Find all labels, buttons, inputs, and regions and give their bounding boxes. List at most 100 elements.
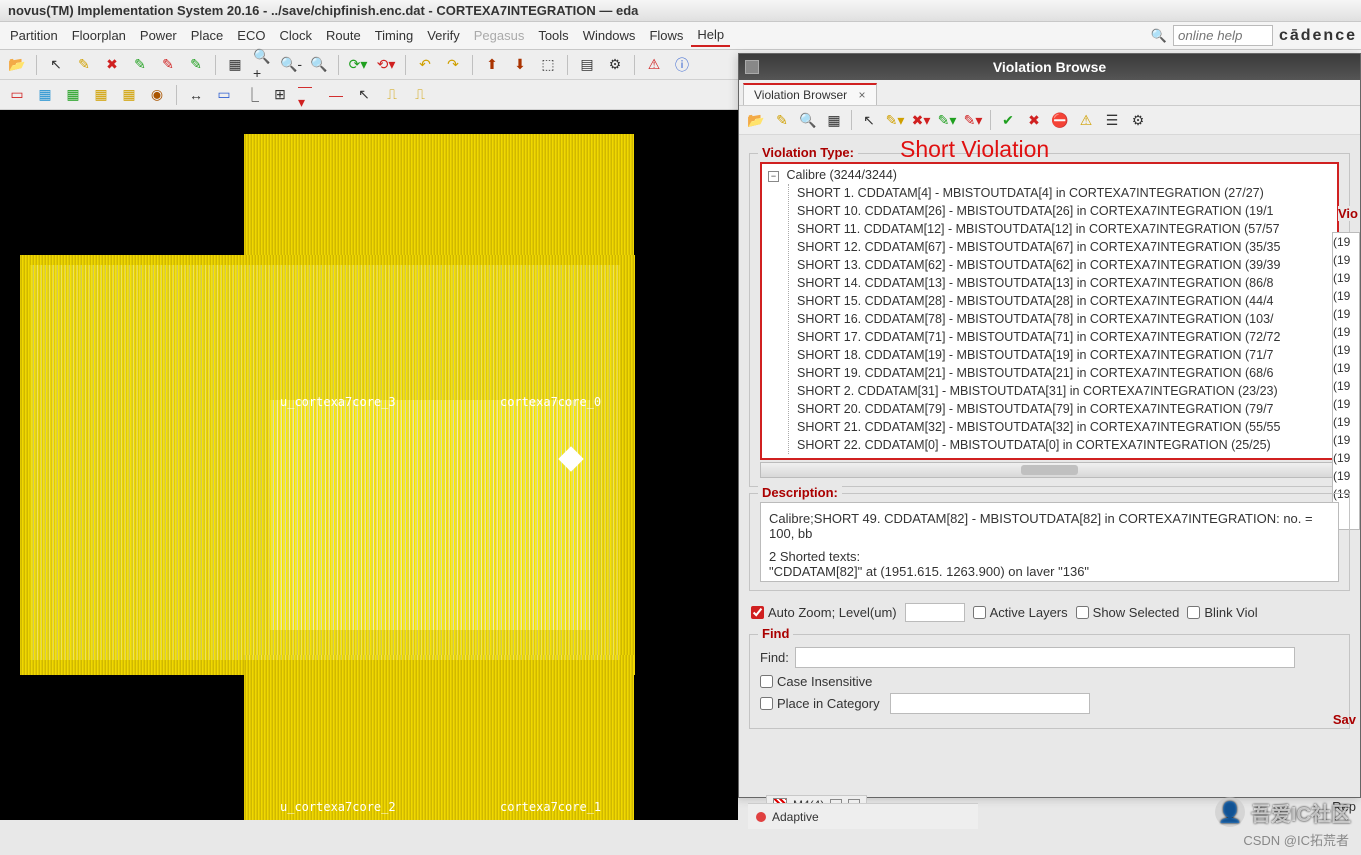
highlight-icon[interactable]: ✎: [73, 54, 95, 76]
undo-icon[interactable]: ↶: [414, 54, 436, 76]
blink-viol-checkbox[interactable]: Blink Viol: [1187, 605, 1257, 620]
vb-grid-icon[interactable]: ▦: [823, 109, 845, 131]
vb-settings-icon[interactable]: ⚙: [1127, 109, 1149, 131]
marker2-icon[interactable]: ✎: [157, 54, 179, 76]
route1-icon[interactable]: ⎍: [381, 84, 403, 106]
violation-item[interactable]: SHORT 20. CDDATAM[79] - MBISTOUTDATA[79]…: [795, 400, 1333, 418]
vb-mark1-icon[interactable]: ✎: [771, 109, 793, 131]
vb-titlebar[interactable]: Violation Browse: [739, 54, 1360, 80]
back-icon[interactable]: ⟲▾: [375, 54, 397, 76]
info-icon[interactable]: ⓘ: [671, 54, 693, 76]
vb-tab-main[interactable]: Violation Browser ×: [743, 83, 877, 105]
vb-open-icon[interactable]: 📂: [745, 109, 767, 131]
violation-item[interactable]: SHORT 22. CDDATAM[0] - MBISTOUTDATA[0] i…: [795, 436, 1333, 454]
vb-ok-icon[interactable]: ✔: [997, 109, 1019, 131]
violation-item[interactable]: SHORT 1. CDDATAM[4] - MBISTOUTDATA[4] in…: [795, 184, 1333, 202]
hier-icon[interactable]: ⬚: [537, 54, 559, 76]
ruler-icon[interactable]: ↔: [185, 84, 207, 106]
zoom-out-icon[interactable]: 🔍-: [280, 54, 302, 76]
violation-item[interactable]: SHORT 16. CDDATAM[78] - MBISTOUTDATA[78]…: [795, 310, 1333, 328]
violation-item[interactable]: SHORT 2. CDDATAM[31] - MBISTOUTDATA[31] …: [795, 382, 1333, 400]
vb-hl1-icon[interactable]: ✎▾: [884, 109, 906, 131]
vb-stop-icon[interactable]: ⛔: [1049, 109, 1071, 131]
line-icon[interactable]: —▾: [297, 84, 319, 106]
help-search-input[interactable]: [1173, 25, 1273, 46]
violation-item[interactable]: SHORT 18. CDDATAM[19] - MBISTOUTDATA[19]…: [795, 346, 1333, 364]
tree-root-node[interactable]: − Calibre (3244/3244): [766, 166, 1333, 184]
case-insensitive-checkbox[interactable]: Case Insensitive: [760, 674, 1339, 689]
vb-zoom-icon[interactable]: 🔍: [797, 109, 819, 131]
violation-item[interactable]: SHORT 13. CDDATAM[62] - MBISTOUTDATA[62]…: [795, 256, 1333, 274]
zoom-in-icon[interactable]: 🔍+: [252, 54, 274, 76]
vb-warn-icon[interactable]: ⚠: [1075, 109, 1097, 131]
menu-tools[interactable]: Tools: [532, 25, 574, 46]
marker3-icon[interactable]: ✎: [185, 54, 207, 76]
menu-place[interactable]: Place: [185, 25, 230, 46]
tool-e-icon[interactable]: ▦: [118, 84, 140, 106]
place-in-category-checkbox[interactable]: Place in Category: [760, 693, 1339, 714]
desc-line-1: Calibre;SHORT 49. CDDATAM[82] - MBISTOUT…: [769, 511, 1330, 541]
menu-eco[interactable]: ECO: [231, 25, 271, 46]
route2-icon[interactable]: ⎍: [409, 84, 431, 106]
menu-power[interactable]: Power: [134, 25, 183, 46]
tool-c-icon[interactable]: ▦: [62, 84, 84, 106]
violation-item[interactable]: SHORT 10. CDDATAM[26] - MBISTOUTDATA[26]…: [795, 202, 1333, 220]
vb-del-icon[interactable]: ✖: [1023, 109, 1045, 131]
vb-hl3-icon[interactable]: ✎▾: [936, 109, 958, 131]
side-list: (19(19(19(19(19(19(19(19(19(19(19(19(19(…: [1332, 232, 1360, 530]
fit-icon[interactable]: ▦: [224, 54, 246, 76]
hier-up-icon[interactable]: ⬆: [481, 54, 503, 76]
menu-route[interactable]: Route: [320, 25, 367, 46]
violation-item[interactable]: SHORT 17. CDDATAM[71] - MBISTOUTDATA[71]…: [795, 328, 1333, 346]
marker-icon[interactable]: ✎: [129, 54, 151, 76]
warning-icon[interactable]: ⚠: [643, 54, 665, 76]
collapse-icon[interactable]: −: [768, 171, 779, 182]
violation-item[interactable]: SHORT 14. CDDATAM[13] - MBISTOUTDATA[13]…: [795, 274, 1333, 292]
vb-hl2-icon[interactable]: ✖▾: [910, 109, 932, 131]
menu-clock[interactable]: Clock: [273, 25, 318, 46]
select-icon[interactable]: ▭: [213, 84, 235, 106]
layout-canvas[interactable]: u_cortexa7core_3 cortexa7core_0 u_cortex…: [0, 110, 738, 820]
redo-icon[interactable]: ↷: [442, 54, 464, 76]
tool-d-icon[interactable]: ▦: [90, 84, 112, 106]
violation-item[interactable]: SHORT 12. CDDATAM[67] - MBISTOUTDATA[67]…: [795, 238, 1333, 256]
violation-item[interactable]: SHORT 15. CDDATAM[28] - MBISTOUTDATA[28]…: [795, 292, 1333, 310]
measure-icon[interactable]: ⎿: [241, 84, 263, 106]
show-selected-checkbox[interactable]: Show Selected: [1076, 605, 1180, 620]
violation-tree[interactable]: − Calibre (3244/3244) SHORT 1. CDDATAM[4…: [760, 162, 1339, 460]
tool-f-icon[interactable]: ◉: [146, 84, 168, 106]
cursor2-icon[interactable]: ↖: [353, 84, 375, 106]
menu-windows[interactable]: Windows: [577, 25, 642, 46]
hier-down-icon[interactable]: ⬇: [509, 54, 531, 76]
find-input[interactable]: [795, 647, 1295, 668]
line2-icon[interactable]: —: [325, 84, 347, 106]
active-layers-checkbox[interactable]: Active Layers: [973, 605, 1068, 620]
close-icon[interactable]: ×: [859, 88, 866, 102]
violation-item[interactable]: SHORT 19. CDDATAM[21] - MBISTOUTDATA[21]…: [795, 364, 1333, 382]
layers-icon[interactable]: ▤: [576, 54, 598, 76]
menu-timing[interactable]: Timing: [369, 25, 420, 46]
cursor-icon[interactable]: ↖: [45, 54, 67, 76]
snap-icon[interactable]: ⊞: [269, 84, 291, 106]
menu-verify[interactable]: Verify: [421, 25, 466, 46]
vb-list-icon[interactable]: ☰: [1101, 109, 1123, 131]
open-icon[interactable]: 📂: [6, 54, 28, 76]
level-input[interactable]: [905, 603, 965, 622]
redraw-icon[interactable]: ⟳▾: [347, 54, 369, 76]
vb-hl4-icon[interactable]: ✎▾: [962, 109, 984, 131]
violation-item[interactable]: SHORT 11. CDDATAM[12] - MBISTOUTDATA[12]…: [795, 220, 1333, 238]
erase-icon[interactable]: ✖: [101, 54, 123, 76]
tree-icon[interactable]: ⚙: [604, 54, 626, 76]
zoom-fit-icon[interactable]: 🔍: [308, 54, 330, 76]
category-input[interactable]: [890, 693, 1090, 714]
tool-b-icon[interactable]: ▦: [34, 84, 56, 106]
menu-floorplan[interactable]: Floorplan: [66, 25, 132, 46]
tool-a-icon[interactable]: ▭: [6, 84, 28, 106]
tree-hscroll[interactable]: [760, 462, 1339, 478]
auto-zoom-checkbox[interactable]: Auto Zoom; Level(um): [751, 605, 897, 620]
menu-help[interactable]: Help: [691, 24, 730, 47]
vb-cursor-icon[interactable]: ↖: [858, 109, 880, 131]
menu-partition[interactable]: Partition: [4, 25, 64, 46]
violation-item[interactable]: SHORT 21. CDDATAM[32] - MBISTOUTDATA[32]…: [795, 418, 1333, 436]
menu-flows[interactable]: Flows: [643, 25, 689, 46]
